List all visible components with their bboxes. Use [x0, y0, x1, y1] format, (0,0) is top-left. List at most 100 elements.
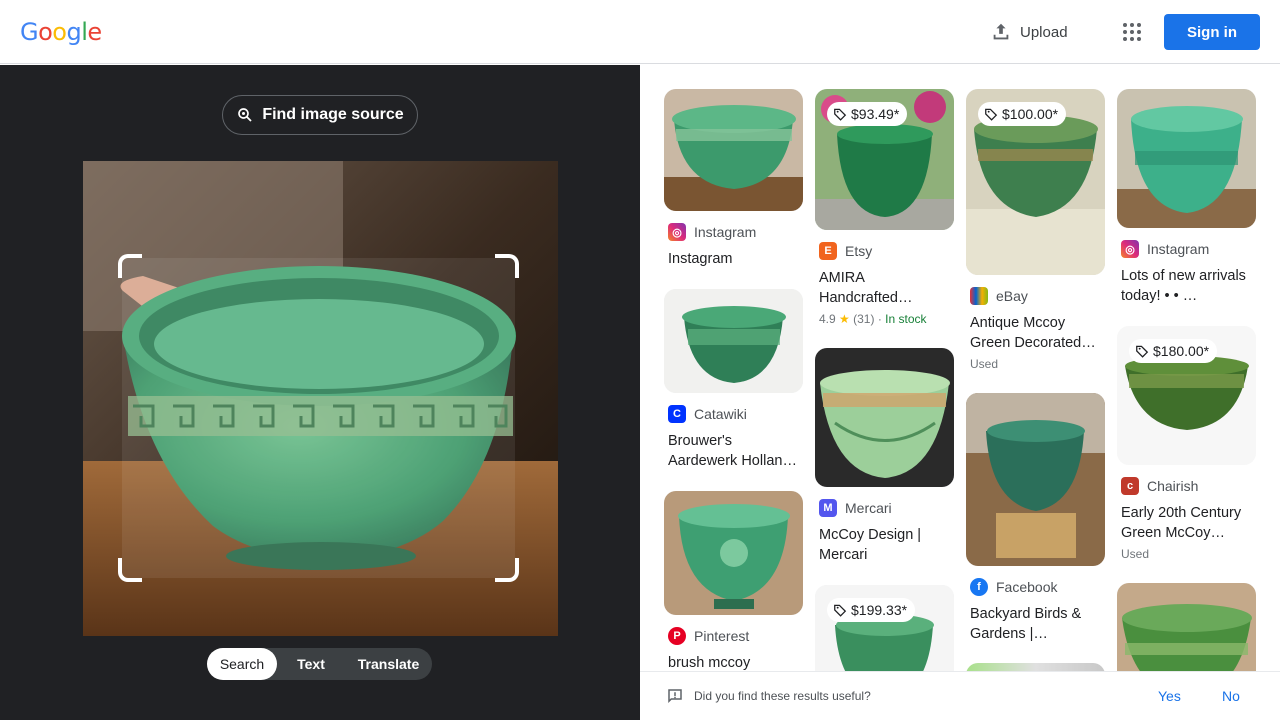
lens-search-icon — [238, 108, 252, 122]
result-title[interactable]: Instagram — [668, 249, 799, 269]
lens-mode-switch: Search Text Translate — [207, 648, 432, 680]
price-value: $100.00* — [1002, 106, 1059, 122]
result-title[interactable]: McCoy Design | Mercari — [819, 525, 950, 565]
google-logo[interactable]: Google — [20, 18, 102, 46]
price-tag: $180.00* — [1129, 339, 1218, 363]
instagram-icon: ◎ — [668, 223, 686, 241]
result-card[interactable]: $199.33* — [815, 585, 954, 671]
result-source: Instagram — [694, 224, 757, 240]
condition: Used — [970, 357, 999, 371]
result-card[interactable]: M Mercari McCoy Design | Mercari — [815, 348, 954, 565]
logo-letter: G — [20, 18, 39, 46]
result-thumbnail[interactable] — [664, 289, 803, 393]
result-thumbnail[interactable] — [1117, 583, 1256, 671]
result-card[interactable]: C Catawiki Brouwer's Aardewerk Hollan… — [664, 289, 803, 471]
result-card[interactable] — [1117, 583, 1256, 671]
crop-handle-bottom-left[interactable] — [118, 558, 142, 582]
crop-handle-top-right[interactable] — [495, 254, 519, 278]
feedback-yes-button[interactable]: Yes — [1158, 688, 1181, 704]
result-title[interactable]: brush mccoy — [668, 653, 799, 671]
find-image-source-label: Find image source — [262, 106, 404, 123]
mercari-icon: M — [819, 499, 837, 517]
upload-icon — [993, 23, 1009, 40]
price-tag: $93.49* — [827, 102, 908, 126]
result-source: Mercari — [845, 500, 892, 516]
tag-icon — [834, 604, 847, 617]
mode-text-tab[interactable]: Text — [277, 648, 345, 680]
result-card[interactable]: $180.00* c Chairish Early 20th Century Gr… — [1117, 326, 1256, 561]
result-title[interactable]: AMIRA Handcrafted… — [819, 268, 950, 308]
result-card[interactable]: ◎ Instagram Lots of new arrivals today! •… — [1117, 89, 1256, 306]
result-card[interactable]: f Facebook Backyard Birds & Gardens |… — [966, 393, 1105, 644]
crop-handle-bottom-right[interactable] — [495, 558, 519, 582]
result-card[interactable]: $100.00* eBay Antique Mccoy Green Decora… — [966, 89, 1105, 371]
result-card[interactable]: ◎ Instagram Instagram — [664, 89, 803, 269]
find-image-source-button[interactable]: Find image source — [222, 95, 418, 135]
result-thumbnail[interactable]: $100.00* — [966, 89, 1105, 275]
chairish-icon: c — [1121, 477, 1139, 495]
upload-button[interactable]: Upload — [990, 18, 1068, 46]
result-thumbnail-partial[interactable] — [966, 663, 1105, 671]
result-title[interactable]: Antique Mccoy Green Decorated… — [970, 313, 1101, 353]
sign-in-button[interactable]: Sign in — [1164, 14, 1260, 50]
result-source: Pinterest — [694, 628, 750, 644]
facebook-icon: f — [970, 578, 988, 596]
stock-status: In stock — [885, 312, 927, 326]
feedback-icon — [668, 689, 682, 704]
result-thumbnail[interactable]: $180.00* — [1117, 326, 1256, 465]
result-source: eBay — [996, 288, 1028, 304]
crop-handle-top-left[interactable] — [118, 254, 142, 278]
tag-icon — [985, 108, 998, 121]
feedback-bar: Did you find these results useful? Yes N… — [640, 671, 1280, 720]
result-source: Catawiki — [694, 406, 747, 422]
feedback-no-button[interactable]: No — [1222, 688, 1240, 704]
price-tag: $100.00* — [978, 102, 1067, 126]
price-value: $180.00* — [1153, 343, 1210, 359]
result-source: Etsy — [845, 243, 873, 259]
result-thumbnail[interactable]: $93.49* — [815, 89, 954, 230]
result-thumbnail[interactable] — [664, 89, 803, 211]
price-value: $199.33* — [851, 602, 908, 618]
logo-letter: e — [87, 18, 102, 46]
rating-row: 4.9 ★ (31) · In stock — [819, 312, 927, 326]
result-card[interactable]: P Pinterest brush mccoy — [664, 491, 803, 671]
result-thumbnail[interactable] — [966, 393, 1105, 566]
logo-letter: o — [38, 18, 53, 46]
logo-letter: g — [66, 18, 82, 46]
mode-translate-tab[interactable]: Translate — [345, 648, 432, 680]
tag-icon — [834, 108, 847, 121]
rating-value: 4.9 — [819, 312, 836, 326]
feedback-question: Did you find these results useful? — [694, 689, 871, 703]
result-title[interactable]: Brouwer's Aardewerk Hollan… — [668, 431, 799, 471]
result-card[interactable]: $93.49* E Etsy AMIRA Handcrafted… 4.9 ★ (… — [815, 89, 954, 326]
result-source: Chairish — [1147, 478, 1199, 494]
mode-search-tab[interactable]: Search — [207, 648, 277, 680]
review-count: (31) — [853, 312, 875, 326]
upload-label: Upload — [1020, 23, 1068, 41]
result-source: Facebook — [996, 579, 1058, 595]
etsy-icon: E — [819, 242, 837, 260]
result-source: Instagram — [1147, 241, 1210, 257]
apps-grid-icon[interactable] — [1120, 20, 1144, 44]
top-bar: Google Upload Sign in — [0, 0, 1280, 64]
ebay-icon — [970, 287, 988, 305]
price-tag: $199.33* — [827, 598, 916, 622]
price-value: $93.49* — [851, 106, 900, 122]
catawiki-icon: C — [668, 405, 686, 423]
result-title[interactable]: Early 20th Century Green McCoy… — [1121, 503, 1252, 543]
logo-letter: o — [52, 18, 67, 46]
star-icon: ★ — [839, 312, 850, 326]
condition: Used — [1121, 547, 1150, 561]
tag-icon — [1136, 345, 1149, 358]
result-thumbnail[interactable] — [664, 491, 803, 615]
lens-panel: Find image source Search Text Translate — [0, 65, 640, 720]
instagram-icon: ◎ — [1121, 240, 1139, 258]
result-thumbnail[interactable] — [815, 348, 954, 487]
crop-selection[interactable] — [118, 254, 519, 582]
result-title[interactable]: Lots of new arrivals today! • • … — [1121, 266, 1252, 306]
result-thumbnail[interactable] — [1117, 89, 1256, 228]
result-thumbnail[interactable]: $199.33* — [815, 585, 954, 671]
pinterest-icon: P — [668, 627, 686, 645]
visual-matches: ◎ Instagram Instagram C Catawiki Brouwer's… — [640, 65, 1280, 671]
result-title[interactable]: Backyard Birds & Gardens |… — [970, 604, 1101, 644]
